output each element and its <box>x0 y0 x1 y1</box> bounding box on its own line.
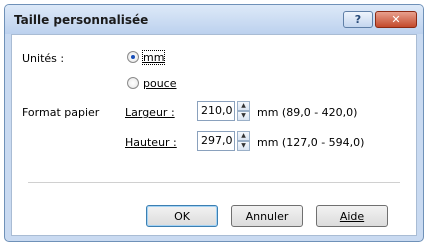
units-label: Unités : <box>22 52 65 65</box>
width-range: mm (89,0 - 420,0) <box>257 106 358 119</box>
radio-selected-dot <box>131 55 135 59</box>
height-input[interactable]: 297,0 <box>197 131 235 151</box>
paper-format-label: Format papier <box>22 106 100 119</box>
custom-size-dialog: Taille personnalisée ? ✕ Unités : mm pou… <box>4 4 424 242</box>
radio-pouce-label[interactable]: pouce <box>143 77 177 90</box>
spin-down-icon[interactable]: ▼ <box>237 141 250 151</box>
help-title-button[interactable]: ? <box>343 11 373 28</box>
width-input[interactable]: 210,0 <box>197 101 235 121</box>
radio-mm[interactable] <box>127 51 139 63</box>
width-spinner[interactable]: ▲ ▼ <box>237 101 250 121</box>
spin-up-icon[interactable]: ▲ <box>237 131 250 141</box>
title-bar: Taille personnalisée ? ✕ <box>5 5 423 34</box>
cancel-button[interactable]: Annuler <box>231 205 303 227</box>
radio-pouce[interactable] <box>127 77 139 89</box>
dialog-body: Unités : mm pouce Format papier Largeur … <box>11 34 417 236</box>
close-button[interactable]: ✕ <box>375 11 417 28</box>
height-label: Hauteur : <box>125 136 177 149</box>
width-label: Largeur : <box>125 106 175 119</box>
spin-down-icon[interactable]: ▼ <box>237 111 250 121</box>
close-icon: ✕ <box>391 13 401 26</box>
ok-button[interactable]: OK <box>146 205 218 227</box>
help-button-label: Aide <box>339 209 365 223</box>
height-spinner[interactable]: ▲ ▼ <box>237 131 250 151</box>
question-icon: ? <box>354 13 362 26</box>
separator <box>28 182 400 183</box>
help-button[interactable]: Aide <box>316 205 388 227</box>
radio-mm-label[interactable]: mm <box>141 50 166 65</box>
dialog-title: Taille personnalisée <box>14 13 149 27</box>
height-range: mm (127,0 - 594,0) <box>257 136 365 149</box>
spin-up-icon[interactable]: ▲ <box>237 101 250 111</box>
